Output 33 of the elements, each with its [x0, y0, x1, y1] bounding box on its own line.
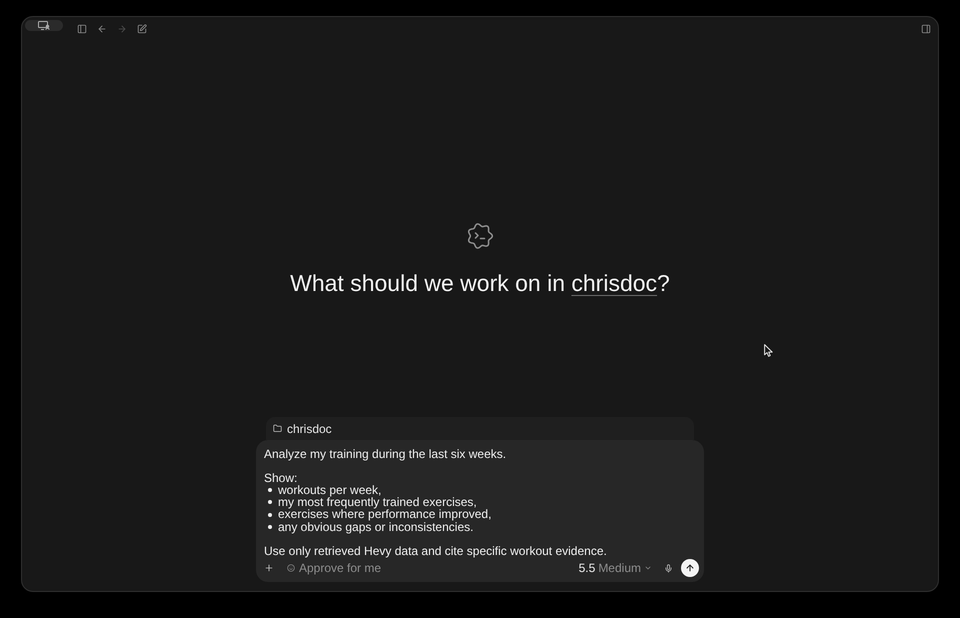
bullet-icon	[268, 512, 272, 517]
prompt-text: Analyze my training during the last six weeks.	[264, 448, 508, 460]
bullet-icon	[268, 500, 272, 504]
bullet-icon	[268, 488, 272, 492]
smiley-icon	[287, 564, 295, 572]
welcome-heading: What should we work on in chrisdoc?	[290, 269, 670, 297]
arrow-up-icon	[685, 563, 695, 573]
prompt-text: Show:	[264, 472, 298, 484]
square-pen-icon	[137, 24, 147, 34]
model-selector-button[interactable]: 5.5 Medium	[578, 560, 652, 576]
folder-name: chrisdoc	[287, 422, 332, 436]
list-item-text: my most frequently trained exercises,	[278, 496, 477, 508]
list-item-text: exercises where performance improved,	[278, 508, 492, 521]
device-toggle-button[interactable]	[25, 20, 63, 31]
approval-mode-button[interactable]: Approve for me	[287, 560, 382, 576]
send-button[interactable]	[681, 559, 699, 577]
prompt-text: Use only retrieved Hevy data and cite specific workout evidence.	[264, 544, 608, 557]
monitor-person-icon	[38, 21, 50, 30]
panel-left-icon	[77, 24, 87, 34]
folder-chip[interactable]: chrisdoc	[266, 417, 694, 440]
folder-icon	[273, 424, 282, 433]
terminal-cloud-logo-icon	[466, 222, 494, 250]
list-item-text: workouts per week,	[278, 484, 382, 496]
mouse-cursor-icon	[764, 344, 773, 357]
arrow-left-icon	[97, 24, 107, 34]
chevron-down-icon	[644, 564, 652, 572]
bullet-icon	[268, 524, 272, 529]
panel-right-icon	[921, 24, 931, 34]
arrow-right-icon	[117, 24, 127, 34]
microphone-icon	[664, 564, 672, 572]
plus-icon	[264, 563, 274, 573]
project-link[interactable]: chrisdoc	[571, 270, 658, 296]
list-item-text: any obvious gaps or inconsistencies.	[278, 520, 474, 533]
